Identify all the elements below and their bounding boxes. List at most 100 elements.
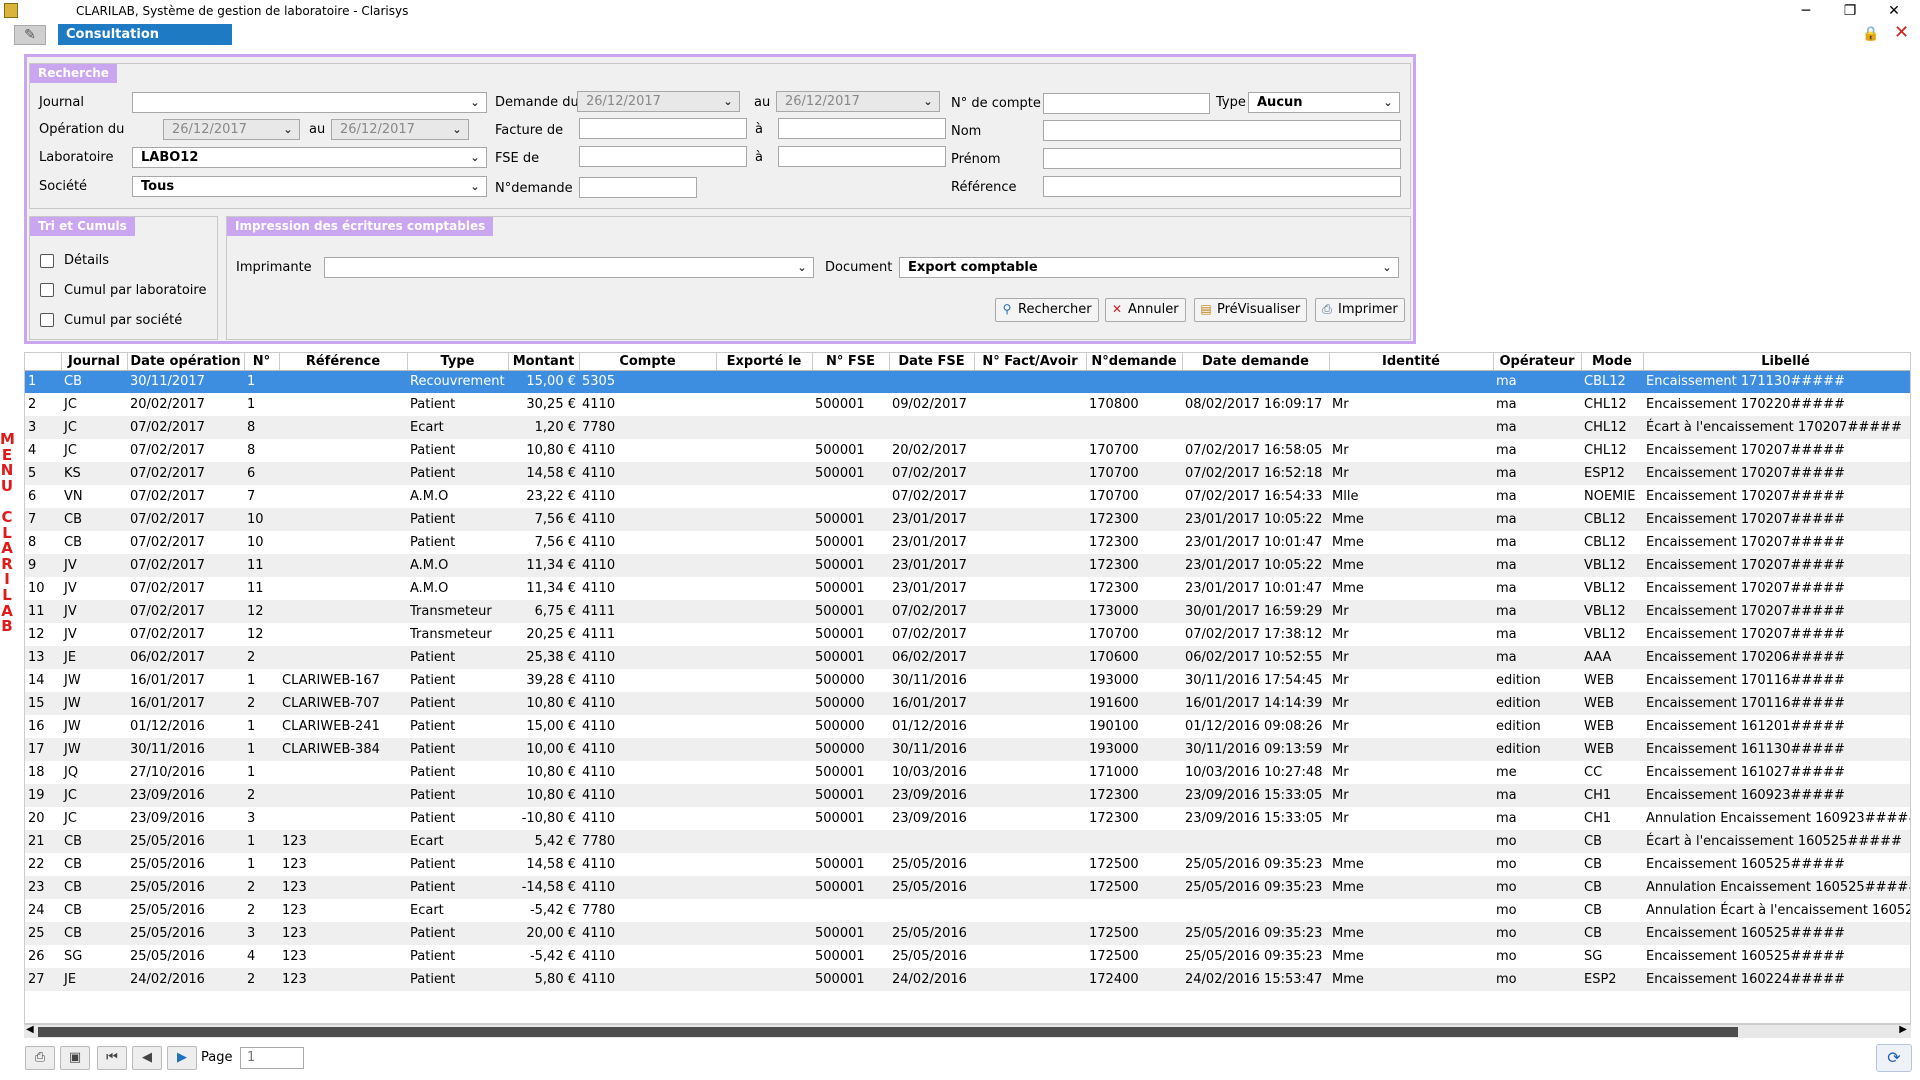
cumul-labo-checkbox[interactable] (40, 283, 54, 297)
column-header[interactable]: Montant (508, 353, 580, 371)
facture-a-input[interactable] (778, 118, 946, 139)
column-header[interactable]: Exporté le (716, 353, 813, 371)
annuler-button[interactable]: ✕ Annuler (1105, 298, 1186, 322)
close-tab-icon[interactable]: ✕ (1894, 24, 1912, 42)
column-header[interactable]: N° Fact/Avoir (974, 353, 1087, 371)
table-row[interactable]: 18 JQ 27/10/2016 1 Patient 10,80 € 4110 500001 1… (25, 761, 1910, 784)
table-cell: 23/09/2016 (130, 811, 205, 826)
table-row[interactable]: 22 CB 25/05/2016 1 123 Patient 14,58 € 4110 5000… (25, 853, 1910, 876)
societe-select[interactable]: Tous ⌄ (132, 176, 487, 197)
document-select[interactable]: Export comptable ⌄ (899, 257, 1399, 278)
operation-du-field[interactable]: 26/12/2017 ⌄ (163, 119, 300, 140)
type-select[interactable]: Aucun ⌄ (1248, 92, 1400, 113)
next-page-icon[interactable]: ▶ (167, 1046, 197, 1070)
table-row[interactable]: 24 CB 25/05/2016 2 123 Ecart -5,42 € 7780 mo CB An… (25, 899, 1910, 922)
table-row[interactable]: 27 JE 24/02/2016 2 123 Patient 5,80 €4110 50000… (25, 968, 1910, 991)
table-row[interactable]: 7 CB 07/02/2017 10 Patient 7,56 €4110 500001 23… (25, 508, 1910, 531)
table-cell: Transmeteur (407, 600, 508, 623)
table-row[interactable]: 17 JW 30/11/2016 1 CLARIWEB-384 Patient 10,00 … (25, 738, 1910, 761)
journal-select[interactable]: ⌄ (132, 92, 487, 113)
close-button[interactable]: ✕ (1872, 0, 1916, 24)
table-row[interactable]: 12 JV 07/02/2017 12 Transmeteur 20,25 € 4111 50… (25, 623, 1910, 646)
table-cell: 4110 (579, 968, 716, 991)
column-header[interactable]: Date demande (1182, 353, 1330, 371)
nom-input[interactable] (1043, 120, 1401, 141)
column-header[interactable]: Identité (1329, 353, 1494, 371)
table-cell: 172500 (1089, 857, 1139, 872)
page-input[interactable]: 1 (240, 1047, 304, 1069)
table-cell: Patient (410, 765, 456, 780)
column-header[interactable]: Mode (1581, 353, 1644, 371)
accounting-table[interactable]: Journal Date opération N° Référence Type Mont… (24, 352, 1911, 1024)
column-header[interactable] (25, 353, 62, 371)
column-header[interactable]: Opérateur (1493, 353, 1582, 371)
column-header[interactable]: Journal (61, 353, 128, 371)
table-row[interactable]: 26 SG 25/05/2016 4 123 Patient -5,42 € 4110 5000… (25, 945, 1910, 968)
cumul-societe-checkbox[interactable] (40, 313, 54, 327)
side-menu-clarilab[interactable]: MENU CLARILAB (0, 431, 15, 635)
imprimante-select[interactable]: ⌄ (324, 257, 814, 278)
export-icon[interactable]: ▣ (60, 1046, 90, 1070)
scrollbar-thumb[interactable] (38, 1027, 1738, 1037)
column-header[interactable]: N° FSE (812, 353, 890, 371)
column-header[interactable]: Date FSE (889, 353, 975, 371)
compte-input[interactable] (1043, 93, 1210, 114)
table-row[interactable]: 3 JC 07/02/2017 8 Ecart 1,20 €7780 ma CHL12 Écar… (25, 416, 1910, 439)
print-icon[interactable]: ⎙ (25, 1046, 55, 1070)
table-row[interactable]: 10 JV 07/02/2017 11 A.M.O 11,34 € 4110 500001 23… (25, 577, 1910, 600)
table-cell: 19 (25, 784, 61, 807)
table-row[interactable]: 9 JV 07/02/2017 11 A.M.O 11,34 €4110 500001 23/… (25, 554, 1910, 577)
table-row[interactable]: 5 KS 07/02/2017 6 Patient 14,58 €4110 500001 07… (25, 462, 1910, 485)
facture-de-input[interactable] (579, 118, 747, 139)
column-header[interactable]: Type (407, 353, 509, 371)
column-header[interactable]: Référence (279, 353, 408, 371)
scroll-left-icon[interactable]: ◀ (26, 1024, 34, 1035)
horizontal-scrollbar[interactable]: ◀ ▶ (24, 1024, 1911, 1038)
details-checkbox[interactable] (40, 254, 54, 268)
table-cell (974, 853, 1086, 876)
column-header[interactable]: Date opération (127, 353, 245, 371)
first-page-icon[interactable]: ⏮ (97, 1046, 127, 1070)
demande-du-field[interactable]: 26/12/2017 ⌄ (577, 91, 740, 112)
reference-input[interactable] (1043, 176, 1401, 197)
refresh-icon[interactable]: ⟳ (1876, 1044, 1912, 1072)
previous-page-icon[interactable]: ◀ (132, 1046, 162, 1070)
table-cell: 07/02/2017 17:38:12 (1185, 627, 1323, 642)
operation-au-field[interactable]: 26/12/2017 ⌄ (331, 119, 469, 140)
table-row[interactable]: 14 JW 16/01/2017 1 CLARIWEB-167 Patient 39,28 … (25, 669, 1910, 692)
table-row[interactable]: 25 CB 25/05/2016 3 123 Patient 20,00 €4110 5000… (25, 922, 1910, 945)
table-row[interactable]: 4 JC 07/02/2017 8 Patient 10,80 € 4110 500001 20… (25, 439, 1910, 462)
column-header[interactable]: N° (244, 353, 280, 371)
restore-button[interactable]: ❐ (1828, 0, 1872, 24)
fse-de-input[interactable] (579, 146, 747, 167)
table-row[interactable]: 2 JC 20/02/2017 1 Patient 30,25 € 4110 500001 09… (25, 393, 1910, 416)
ndemande-input[interactable] (579, 177, 697, 198)
table-row[interactable]: 19 JC 23/09/2016 2 Patient 10,80 €4110 500001 2… (25, 784, 1910, 807)
lock-icon[interactable]: 🔒 (1862, 26, 1879, 42)
table-row[interactable]: 8 CB 07/02/2017 10 Patient 7,56 € 4110 500001 23… (25, 531, 1910, 554)
table-row[interactable]: 21 CB 25/05/2016 1 123 Ecart 5,42 €7780 mo CB Éca… (25, 830, 1910, 853)
imprimer-button[interactable]: ⎙ Imprimer (1315, 298, 1405, 322)
scroll-right-icon[interactable]: ▶ (1899, 1024, 1907, 1035)
demande-au-field[interactable]: 26/12/2017 ⌄ (776, 91, 940, 112)
fse-a-input[interactable] (778, 146, 946, 167)
column-header[interactable]: Compte (579, 353, 717, 371)
clip-icon[interactable]: ✎ (14, 25, 46, 45)
table-row[interactable]: 15 JW 16/01/2017 2 CLARIWEB-707 Patient 10,80 … (25, 692, 1910, 715)
column-header[interactable]: N°demande (1086, 353, 1183, 371)
prenom-input[interactable] (1043, 148, 1401, 169)
table-row[interactable]: 23 CB 25/05/2016 2 123 Patient -14,58 €4110 500… (25, 876, 1910, 899)
column-header[interactable]: Libellé (1643, 353, 1910, 371)
table-row[interactable]: 6 VN 07/02/2017 7 A.M.O 23,22 € 4110 07/02/2017… (25, 485, 1910, 508)
tab-consultation-comptable[interactable]: Consultation comptable (58, 24, 232, 63)
minimize-button[interactable]: ─ (1784, 0, 1828, 24)
table-row[interactable]: 16 JW 01/12/2016 1 CLARIWEB-241 Patient 15,00 … (25, 715, 1910, 738)
table-row[interactable]: 1 CB 30/11/2017 1 Recouvrement 15,00 €5305 ma C… (25, 370, 1910, 393)
table-row[interactable]: 11 JV 07/02/2017 12 Transmeteur 6,75 €4111 500… (25, 600, 1910, 623)
table-row[interactable]: 20 JC 23/09/2016 3 Patient -10,80 € 4110 500001… (25, 807, 1910, 830)
table-row[interactable]: 13 JE 06/02/2017 2 Patient 25,38 €4110 500001 0… (25, 646, 1910, 669)
laboratoire-select[interactable]: LABO12 ⌄ (132, 147, 487, 168)
previsualiser-button[interactable]: ▤ PréVisualiser (1194, 298, 1308, 322)
rechercher-button[interactable]: ⚲ Rechercher (995, 298, 1099, 322)
table-cell: 4110 (582, 949, 616, 964)
